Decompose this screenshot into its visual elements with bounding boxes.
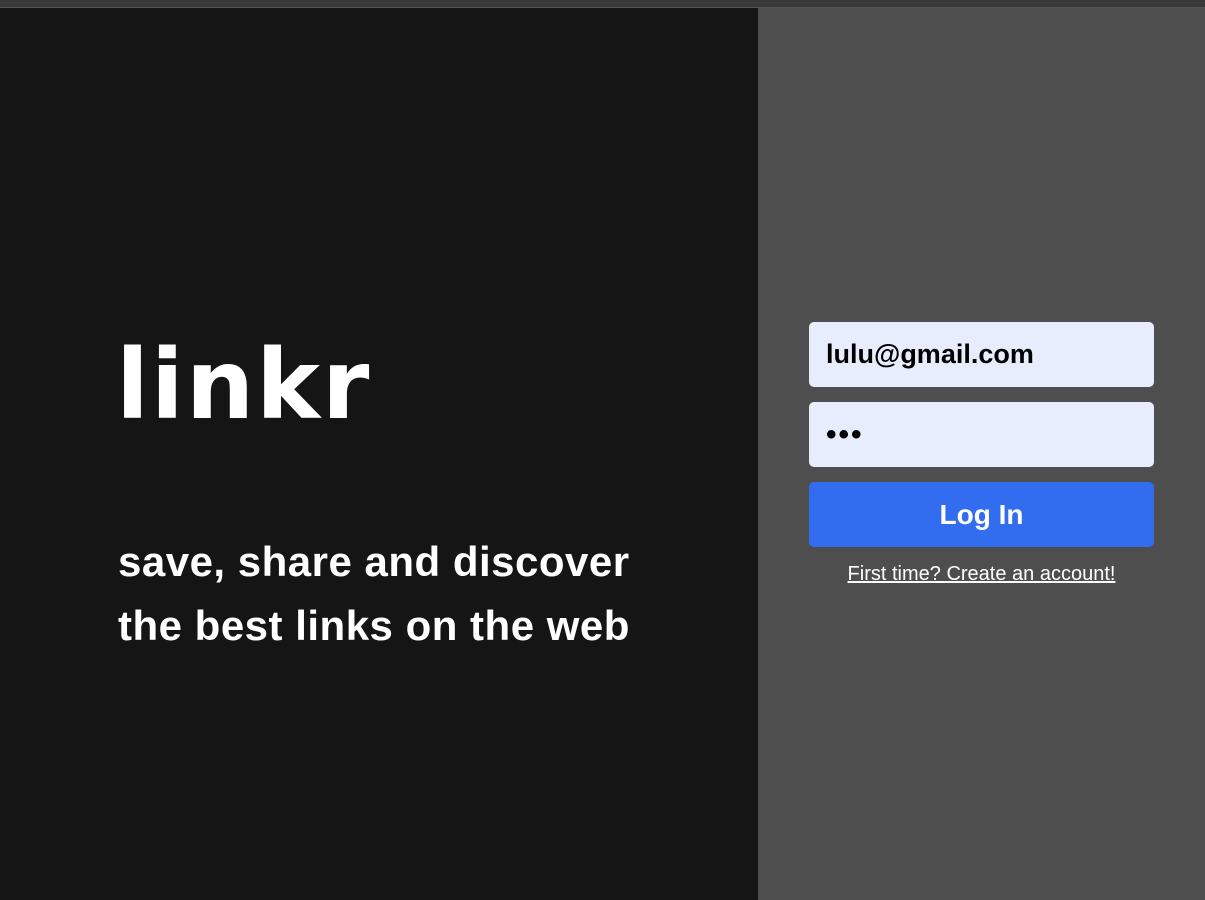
browser-top-bar [0, 0, 1205, 8]
password-field[interactable] [809, 402, 1154, 467]
app-logo: linkr [116, 329, 372, 441]
email-field[interactable] [809, 322, 1154, 387]
login-button[interactable]: Log In [809, 482, 1154, 547]
tagline-line-2: the best links on the web [118, 602, 630, 649]
tagline: save, share and discover the best links … [118, 530, 678, 658]
tagline-line-1: save, share and discover [118, 538, 630, 585]
login-panel: Log In First time? Create an account! [758, 8, 1205, 900]
create-account-link[interactable]: First time? Create an account! [809, 561, 1154, 587]
hero-section: linkr save, share and discover the best … [0, 8, 758, 900]
